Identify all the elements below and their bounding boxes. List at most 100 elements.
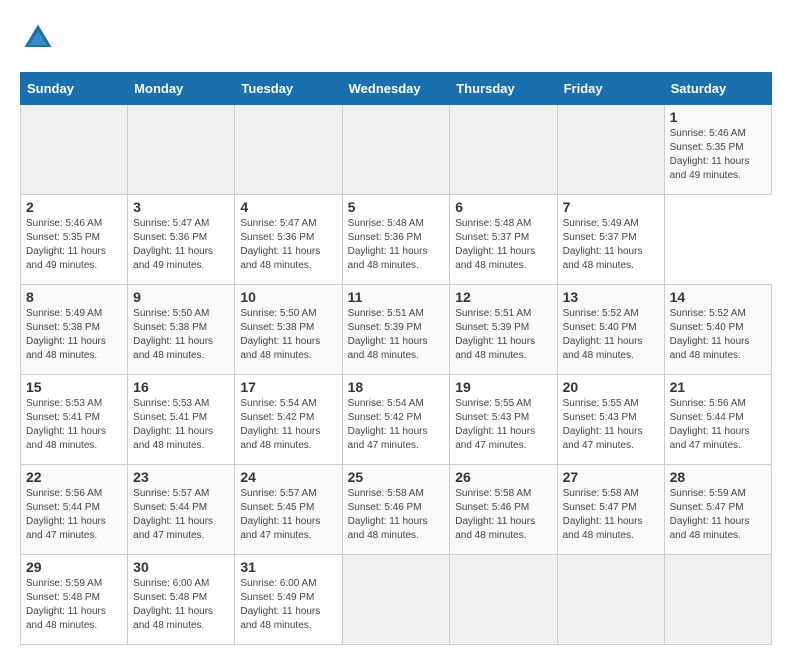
calendar-cell: 15 Sunrise: 5:53 AM Sunset: 5:41 PM Dayl…: [21, 375, 128, 465]
calendar-cell: 16 Sunrise: 5:53 AM Sunset: 5:41 PM Dayl…: [128, 375, 235, 465]
day-number: 31: [240, 559, 336, 575]
calendar-cell: 14 Sunrise: 5:52 AM Sunset: 5:40 PM Dayl…: [664, 285, 771, 375]
day-info: Sunrise: 5:57 AM Sunset: 5:45 PM Dayligh…: [240, 487, 336, 543]
day-info: Sunrise: 5:50 AM Sunset: 5:38 PM Dayligh…: [133, 307, 229, 363]
calendar-cell: 8 Sunrise: 5:49 AM Sunset: 5:38 PM Dayli…: [21, 285, 128, 375]
calendar-cell: 21 Sunrise: 5:56 AM Sunset: 5:44 PM Dayl…: [664, 375, 771, 465]
day-info: Sunrise: 5:58 AM Sunset: 5:46 PM Dayligh…: [348, 487, 445, 543]
day-number: 17: [240, 379, 336, 395]
day-number: 2: [26, 199, 122, 215]
calendar-cell: 17 Sunrise: 5:54 AM Sunset: 5:42 PM Dayl…: [235, 375, 342, 465]
calendar-week-row: 22 Sunrise: 5:56 AM Sunset: 5:44 PM Dayl…: [21, 465, 772, 555]
day-number: 8: [26, 289, 122, 305]
day-header-sunday: Sunday: [21, 73, 128, 105]
day-number: 21: [670, 379, 766, 395]
day-number: 28: [670, 469, 766, 485]
calendar-cell: 19 Sunrise: 5:55 AM Sunset: 5:43 PM Dayl…: [450, 375, 557, 465]
page-header: [20, 20, 772, 56]
day-number: 12: [455, 289, 551, 305]
empty-cell: [128, 105, 235, 195]
day-number: 18: [348, 379, 445, 395]
calendar-week-row: 8 Sunrise: 5:49 AM Sunset: 5:38 PM Dayli…: [21, 285, 772, 375]
day-number: 22: [26, 469, 122, 485]
day-number: 24: [240, 469, 336, 485]
empty-cell: [342, 105, 450, 195]
day-header-wednesday: Wednesday: [342, 73, 450, 105]
day-info: Sunrise: 5:53 AM Sunset: 5:41 PM Dayligh…: [26, 397, 122, 453]
calendar-cell: 11 Sunrise: 5:51 AM Sunset: 5:39 PM Dayl…: [342, 285, 450, 375]
calendar-cell: 26 Sunrise: 5:58 AM Sunset: 5:46 PM Dayl…: [450, 465, 557, 555]
day-info: Sunrise: 5:46 AM Sunset: 5:35 PM Dayligh…: [670, 127, 766, 183]
calendar-week-row: 15 Sunrise: 5:53 AM Sunset: 5:41 PM Dayl…: [21, 375, 772, 465]
day-number: 29: [26, 559, 122, 575]
day-info: Sunrise: 5:58 AM Sunset: 5:47 PM Dayligh…: [563, 487, 659, 543]
calendar-cell: 1 Sunrise: 5:46 AM Sunset: 5:35 PM Dayli…: [664, 105, 771, 195]
calendar-cell: 2 Sunrise: 5:46 AM Sunset: 5:35 PM Dayli…: [21, 195, 128, 285]
day-info: Sunrise: 5:56 AM Sunset: 5:44 PM Dayligh…: [670, 397, 766, 453]
day-number: 6: [455, 199, 551, 215]
day-info: Sunrise: 5:49 AM Sunset: 5:38 PM Dayligh…: [26, 307, 122, 363]
day-number: 20: [563, 379, 659, 395]
calendar-cell: 3 Sunrise: 5:47 AM Sunset: 5:36 PM Dayli…: [128, 195, 235, 285]
calendar-cell: 28 Sunrise: 5:59 AM Sunset: 5:47 PM Dayl…: [664, 465, 771, 555]
day-info: Sunrise: 5:46 AM Sunset: 5:35 PM Dayligh…: [26, 217, 122, 273]
day-info: Sunrise: 5:49 AM Sunset: 5:37 PM Dayligh…: [563, 217, 659, 273]
day-info: Sunrise: 5:47 AM Sunset: 5:36 PM Dayligh…: [240, 217, 336, 273]
empty-cell: [664, 555, 771, 645]
day-header-friday: Friday: [557, 73, 664, 105]
calendar-cell: 6 Sunrise: 5:48 AM Sunset: 5:37 PM Dayli…: [450, 195, 557, 285]
calendar-cell: 23 Sunrise: 5:57 AM Sunset: 5:44 PM Dayl…: [128, 465, 235, 555]
logo-icon: [20, 20, 56, 56]
day-info: Sunrise: 5:59 AM Sunset: 5:48 PM Dayligh…: [26, 577, 122, 633]
empty-cell: [450, 555, 557, 645]
empty-cell: [557, 105, 664, 195]
calendar-header-row: SundayMondayTuesdayWednesdayThursdayFrid…: [21, 73, 772, 105]
day-info: Sunrise: 5:53 AM Sunset: 5:41 PM Dayligh…: [133, 397, 229, 453]
day-number: 1: [670, 109, 766, 125]
calendar-cell: 13 Sunrise: 5:52 AM Sunset: 5:40 PM Dayl…: [557, 285, 664, 375]
calendar-cell: 25 Sunrise: 5:58 AM Sunset: 5:46 PM Dayl…: [342, 465, 450, 555]
calendar-cell: 12 Sunrise: 5:51 AM Sunset: 5:39 PM Dayl…: [450, 285, 557, 375]
day-info: Sunrise: 5:55 AM Sunset: 5:43 PM Dayligh…: [563, 397, 659, 453]
day-number: 13: [563, 289, 659, 305]
day-info: Sunrise: 5:48 AM Sunset: 5:37 PM Dayligh…: [455, 217, 551, 273]
day-number: 11: [348, 289, 445, 305]
day-info: Sunrise: 6:00 AM Sunset: 5:48 PM Dayligh…: [133, 577, 229, 633]
calendar-cell: 22 Sunrise: 5:56 AM Sunset: 5:44 PM Dayl…: [21, 465, 128, 555]
calendar-cell: 4 Sunrise: 5:47 AM Sunset: 5:36 PM Dayli…: [235, 195, 342, 285]
day-number: 26: [455, 469, 551, 485]
day-info: Sunrise: 5:59 AM Sunset: 5:47 PM Dayligh…: [670, 487, 766, 543]
day-info: Sunrise: 5:56 AM Sunset: 5:44 PM Dayligh…: [26, 487, 122, 543]
day-number: 14: [670, 289, 766, 305]
day-info: Sunrise: 5:54 AM Sunset: 5:42 PM Dayligh…: [240, 397, 336, 453]
day-number: 30: [133, 559, 229, 575]
empty-cell: [21, 105, 128, 195]
day-number: 7: [563, 199, 659, 215]
calendar-cell: 31 Sunrise: 6:00 AM Sunset: 5:49 PM Dayl…: [235, 555, 342, 645]
day-number: 15: [26, 379, 122, 395]
day-header-monday: Monday: [128, 73, 235, 105]
day-info: Sunrise: 5:48 AM Sunset: 5:36 PM Dayligh…: [348, 217, 445, 273]
calendar-week-row: 29 Sunrise: 5:59 AM Sunset: 5:48 PM Dayl…: [21, 555, 772, 645]
calendar-cell: 29 Sunrise: 5:59 AM Sunset: 5:48 PM Dayl…: [21, 555, 128, 645]
day-info: Sunrise: 6:00 AM Sunset: 5:49 PM Dayligh…: [240, 577, 336, 633]
day-number: 27: [563, 469, 659, 485]
logo: [20, 20, 62, 56]
day-header-thursday: Thursday: [450, 73, 557, 105]
day-number: 25: [348, 469, 445, 485]
day-number: 23: [133, 469, 229, 485]
calendar-cell: 9 Sunrise: 5:50 AM Sunset: 5:38 PM Dayli…: [128, 285, 235, 375]
day-info: Sunrise: 5:58 AM Sunset: 5:46 PM Dayligh…: [455, 487, 551, 543]
calendar-week-row: 2 Sunrise: 5:46 AM Sunset: 5:35 PM Dayli…: [21, 195, 772, 285]
empty-cell: [557, 555, 664, 645]
calendar-cell: 24 Sunrise: 5:57 AM Sunset: 5:45 PM Dayl…: [235, 465, 342, 555]
day-info: Sunrise: 5:50 AM Sunset: 5:38 PM Dayligh…: [240, 307, 336, 363]
calendar-cell: 7 Sunrise: 5:49 AM Sunset: 5:37 PM Dayli…: [557, 195, 664, 285]
day-number: 16: [133, 379, 229, 395]
day-info: Sunrise: 5:51 AM Sunset: 5:39 PM Dayligh…: [455, 307, 551, 363]
day-info: Sunrise: 5:52 AM Sunset: 5:40 PM Dayligh…: [670, 307, 766, 363]
calendar-table: SundayMondayTuesdayWednesdayThursdayFrid…: [20, 72, 772, 645]
day-info: Sunrise: 5:57 AM Sunset: 5:44 PM Dayligh…: [133, 487, 229, 543]
calendar-cell: 10 Sunrise: 5:50 AM Sunset: 5:38 PM Dayl…: [235, 285, 342, 375]
day-header-tuesday: Tuesday: [235, 73, 342, 105]
